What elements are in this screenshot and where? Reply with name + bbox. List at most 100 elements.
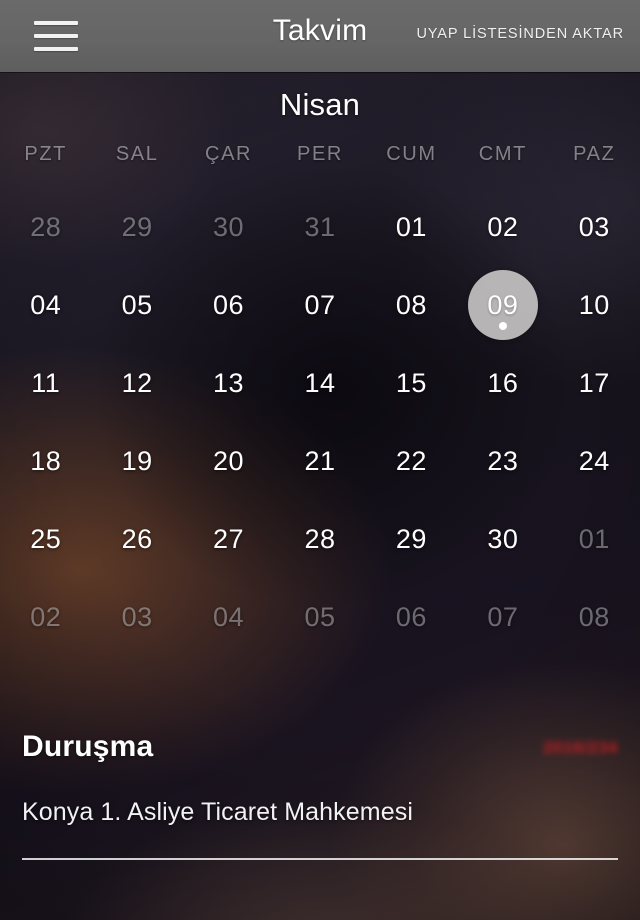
day-number: 28 (304, 523, 336, 554)
day-number: 25 (30, 523, 62, 554)
day-number: 18 (30, 445, 62, 476)
calendar-days-grid[interactable]: 28 29 30 31 01 02 03 04 05 06 07 08 09 10 11 12 13 14 15 16… (0, 188, 640, 656)
weekday-label-per: PER (297, 143, 343, 165)
day-number: 30 (487, 523, 519, 554)
day-number: 21 (304, 445, 336, 476)
day-number: 09 (487, 289, 519, 320)
day-number: 23 (487, 445, 519, 476)
calendar-day-cell[interactable]: 23 (457, 422, 548, 500)
event-court-name: Konya 1. Asliye Ticaret Mahkemesi (22, 798, 413, 826)
event-divider (22, 858, 618, 860)
day-number: 27 (213, 523, 245, 554)
calendar-day-cell[interactable]: 27 (183, 500, 274, 578)
day-number: 22 (395, 445, 427, 476)
weekday-label-cmt: CMT (478, 143, 527, 165)
calendar-day-cell[interactable]: 09 (457, 266, 548, 344)
calendar-day-cell[interactable]: 05 (91, 266, 182, 344)
day-number: 07 (487, 601, 519, 632)
day-number: 19 (121, 445, 153, 476)
calendar-day-cell[interactable]: 26 (91, 500, 182, 578)
day-number: 29 (121, 211, 153, 242)
day-number: 17 (578, 367, 610, 398)
calendar-widget: Nisan PZT SAL ÇAR PER CUM CMT PAZ 28 29 30 31 01 02… (0, 72, 640, 656)
calendar-day-cell[interactable]: 05 (274, 578, 365, 656)
calendar-day-cell[interactable]: 10 (549, 266, 640, 344)
calendar-day-cell[interactable]: 29 (91, 188, 182, 266)
calendar-day-cell[interactable]: 01 (366, 188, 457, 266)
day-number: 16 (487, 367, 519, 398)
day-number: 20 (213, 445, 245, 476)
day-number: 30 (213, 211, 245, 242)
day-number: 03 (121, 601, 153, 632)
calendar-day-cell[interactable]: 04 (0, 266, 91, 344)
day-number: 05 (304, 601, 336, 632)
day-number: 12 (121, 367, 153, 398)
event-header: Duruşma 2016/234 (0, 722, 640, 774)
day-number: 10 (578, 289, 610, 320)
top-app-bar: Takvim UYAP LİSTESİNDEN AKTAR (0, 0, 640, 72)
day-number: 04 (30, 289, 62, 320)
calendar-day-cell[interactable]: 02 (457, 188, 548, 266)
weekday-header-row: PZT SAL ÇAR PER CUM CMT PAZ (0, 143, 640, 166)
calendar-day-cell[interactable]: 30 (183, 188, 274, 266)
event-indicator-dot (498, 322, 507, 330)
day-number: 15 (395, 367, 427, 398)
day-number: 03 (578, 211, 610, 242)
day-number: 08 (395, 289, 427, 320)
day-number: 01 (578, 523, 610, 554)
day-number: 29 (395, 523, 427, 554)
day-number: 07 (304, 289, 336, 320)
day-number: 05 (121, 289, 153, 320)
calendar-day-cell[interactable]: 18 (0, 422, 91, 500)
calendar-day-cell[interactable]: 31 (274, 188, 365, 266)
day-number: 08 (578, 601, 610, 632)
calendar-day-cell[interactable]: 15 (366, 344, 457, 422)
day-number: 01 (395, 211, 427, 242)
calendar-day-cell[interactable]: 20 (183, 422, 274, 500)
calendar-day-cell[interactable]: 24 (549, 422, 640, 500)
calendar-day-cell[interactable]: 30 (457, 500, 548, 578)
calendar-day-cell[interactable]: 02 (0, 578, 91, 656)
calendar-day-cell[interactable]: 01 (549, 500, 640, 578)
calendar-day-cell[interactable]: 16 (457, 344, 548, 422)
day-number: 13 (213, 367, 245, 398)
day-number: 06 (395, 601, 427, 632)
day-number: 14 (304, 367, 336, 398)
event-case-number-redacted: 2016/234 (543, 738, 618, 757)
calendar-day-cell[interactable]: 07 (457, 578, 548, 656)
calendar-day-cell[interactable]: 06 (366, 578, 457, 656)
weekday-label-çar: ÇAR (205, 143, 253, 165)
calendar-screen: Takvim UYAP LİSTESİNDEN AKTAR Nisan PZT S… (0, 0, 640, 920)
calendar-day-cell[interactable]: 08 (366, 266, 457, 344)
day-number: 28 (30, 211, 62, 242)
calendar-day-cell[interactable]: 22 (366, 422, 457, 500)
calendar-day-cell[interactable]: 08 (549, 578, 640, 656)
calendar-day-cell[interactable]: 28 (0, 188, 91, 266)
weekday-label-cum: CUM (386, 143, 437, 165)
month-label: Nisan (279, 87, 361, 122)
calendar-day-cell[interactable]: 03 (549, 188, 640, 266)
weekday-label-pzt: PZT (24, 143, 67, 165)
day-number: 02 (487, 211, 519, 242)
calendar-day-cell[interactable]: 19 (91, 422, 182, 500)
day-number: 26 (121, 523, 153, 554)
day-number: 11 (31, 367, 61, 398)
event-details-section: Duruşma 2016/234 Konya 1. Asliye Ticaret… (0, 722, 640, 860)
calendar-day-cell[interactable]: 14 (274, 344, 365, 422)
calendar-day-cell[interactable]: 28 (274, 500, 365, 578)
calendar-day-cell[interactable]: 12 (91, 344, 182, 422)
weekday-label-sal: SAL (115, 143, 159, 165)
calendar-day-cell[interactable]: 06 (183, 266, 274, 344)
calendar-day-cell[interactable]: 29 (366, 500, 457, 578)
event-type-title: Duruşma (22, 730, 154, 763)
day-number: 04 (213, 601, 245, 632)
import-from-uyap-button[interactable]: UYAP LİSTESİNDEN AKTAR (416, 26, 624, 42)
calendar-day-cell[interactable]: 07 (274, 266, 365, 344)
calendar-day-cell[interactable]: 21 (274, 422, 365, 500)
calendar-day-cell[interactable]: 04 (183, 578, 274, 656)
calendar-day-cell[interactable]: 25 (0, 500, 91, 578)
calendar-day-cell[interactable]: 17 (549, 344, 640, 422)
calendar-day-cell[interactable]: 03 (91, 578, 182, 656)
calendar-day-cell[interactable]: 13 (183, 344, 274, 422)
calendar-day-cell[interactable]: 11 (0, 344, 91, 422)
